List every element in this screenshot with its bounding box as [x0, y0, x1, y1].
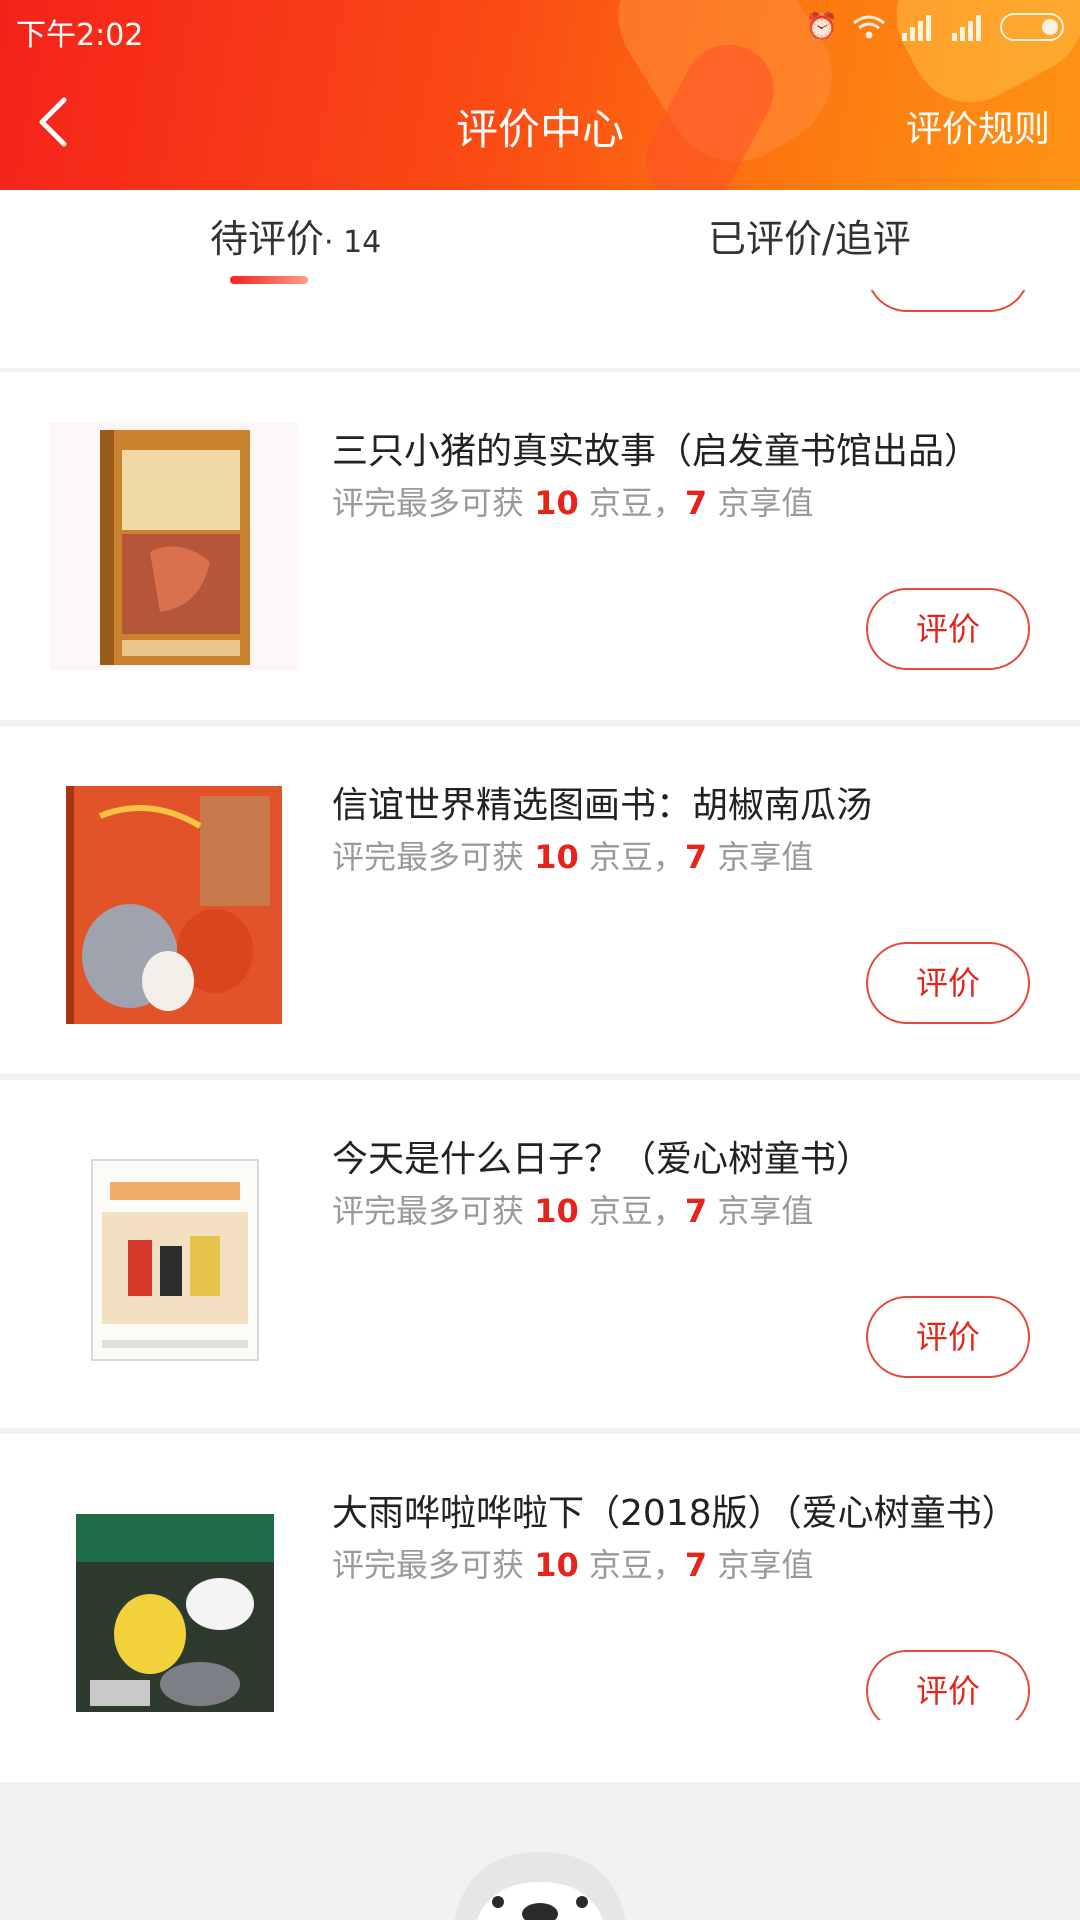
reward-prefix: 评完最多可获 — [332, 838, 535, 876]
list-item[interactable]: 今天是什么日子？（爱心树童书） 评完最多可获 10 京豆，7 京享值 评价 — [0, 1080, 1080, 1428]
book-cover-image — [50, 1484, 298, 1732]
reward-points: 7 — [684, 1546, 708, 1584]
battery-icon — [1000, 13, 1064, 41]
status-time: 下午2:02 — [16, 18, 144, 53]
tab-label: 待评价 — [210, 217, 325, 261]
reward-points-unit: 京享值 — [707, 1192, 814, 1230]
reward-beans: 10 — [534, 838, 579, 876]
reward-beans-unit: 京豆， — [578, 484, 685, 522]
reward-beans: 10 — [534, 1192, 579, 1230]
alarm-icon: ⏰ — [805, 12, 838, 42]
reward-text: 评完最多可获 10 京豆，7 京享值 — [332, 1186, 813, 1232]
tab-pending-review[interactable]: 待评价· 14 — [210, 208, 381, 263]
review-button[interactable]: 评价 — [866, 588, 1030, 670]
reward-text: 评完最多可获 10 京豆，7 京享值 — [332, 478, 813, 524]
reward-beans-unit: 京豆， — [578, 838, 685, 876]
book-cover-image — [50, 1130, 298, 1378]
reward-points-unit: 京享值 — [707, 838, 814, 876]
item-title[interactable]: 三只小猪的真实故事（启发童书馆出品） — [332, 422, 980, 474]
signal-icon — [952, 15, 981, 41]
item-title[interactable]: 今天是什么日子？（爱心树童书） — [332, 1130, 872, 1182]
reward-prefix: 评完最多可获 — [332, 1546, 535, 1584]
tab-reviewed[interactable]: 已评价/追评 — [708, 208, 911, 263]
tab-label: 已评价/追评 — [708, 217, 911, 261]
reward-text: 评完最多可获 10 京豆，7 京享值 — [332, 1540, 813, 1586]
review-rules-link[interactable]: 评价规则 — [906, 100, 1050, 152]
book-cover-image — [50, 422, 298, 670]
reward-prefix: 评完最多可获 — [332, 484, 535, 522]
list-item[interactable]: 信谊世界精选图画书：胡椒南瓜汤 评完最多可获 10 京豆，7 京享值 评价 — [0, 726, 1080, 1074]
reward-points-unit: 京享值 — [707, 1546, 814, 1584]
reward-points: 7 — [684, 1192, 708, 1230]
reward-text: 评完最多可获 10 京豆，7 京享值 — [332, 832, 813, 878]
list-bottom — [0, 1720, 1080, 1780]
review-button[interactable]: 评价 — [866, 942, 1030, 1024]
review-button[interactable]: 评价 — [866, 1296, 1030, 1378]
item-title[interactable]: 信谊世界精选图画书：胡椒南瓜汤 — [332, 776, 872, 828]
status-bar: 下午2:02 ⏰ — [0, 0, 1080, 56]
header-bar: 下午2:02 ⏰ 评价中心 评价规则 — [0, 0, 1080, 190]
reward-prefix: 评完最多可获 — [332, 1192, 535, 1230]
tab-bar: 待评价· 14 已评价/追评 — [0, 190, 1080, 290]
reward-beans: 10 — [534, 484, 579, 522]
reward-points-unit: 京享值 — [707, 484, 814, 522]
active-tab-indicator — [230, 276, 308, 284]
status-icons: ⏰ — [806, 12, 1064, 42]
book-cover-image — [50, 776, 298, 1024]
reward-points: 7 — [684, 838, 708, 876]
reward-beans: 10 — [534, 1546, 579, 1584]
item-title[interactable]: 大雨哗啦哗啦下（2018版）（爱心树童书） — [332, 1484, 1018, 1536]
tab-count: · 14 — [324, 225, 382, 260]
mascot-dog-icon — [454, 1852, 626, 1920]
reward-beans-unit: 京豆， — [578, 1192, 685, 1230]
reward-beans-unit: 京豆， — [578, 1546, 685, 1584]
wifi-icon — [853, 15, 885, 39]
review-center-screen: 下午2:02 ⏰ 评价中心 评价规则 待评价· 14 已评价/追评 三只小猪的真… — [0, 0, 1080, 1920]
signal-icon — [902, 15, 931, 41]
reward-points: 7 — [684, 484, 708, 522]
review-button-partial[interactable] — [866, 290, 1030, 312]
list-item[interactable]: 三只小猪的真实故事（启发童书馆出品） 评完最多可获 10 京豆，7 京享值 评价 — [0, 372, 1080, 720]
list-item-partial — [0, 290, 1080, 368]
